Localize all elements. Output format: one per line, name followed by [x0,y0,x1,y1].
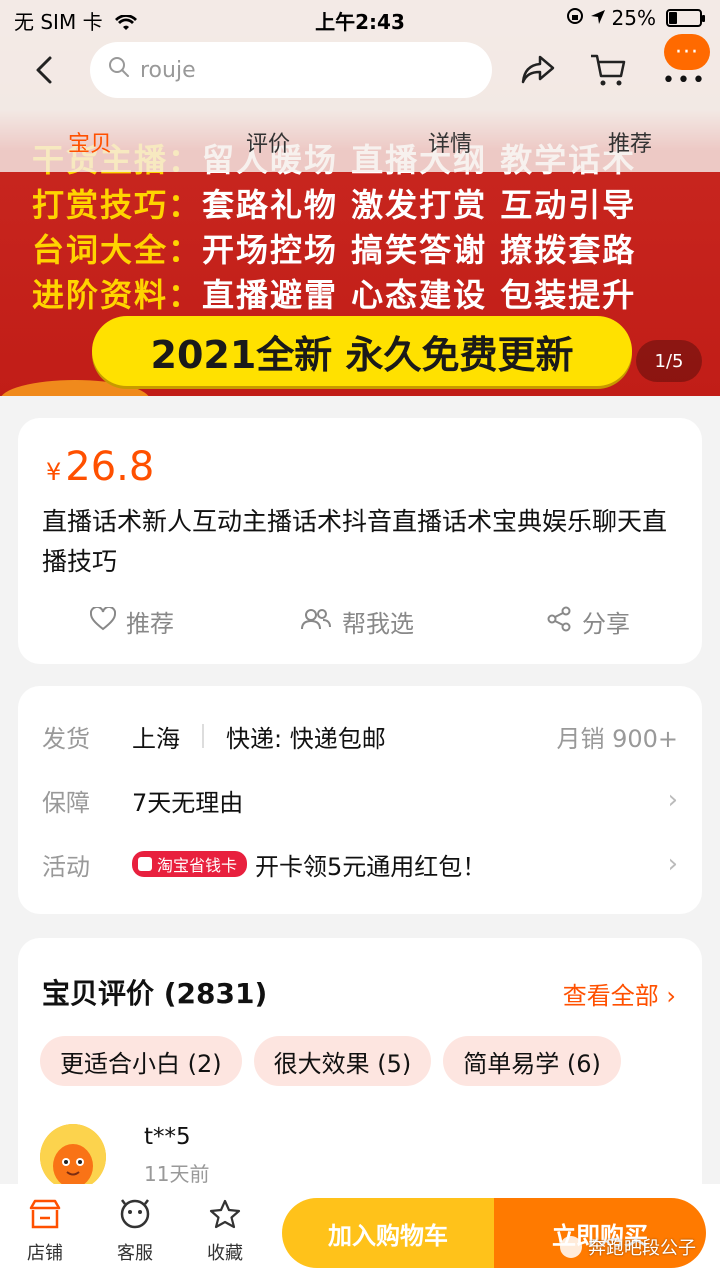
banner-line: 台词大全：开场控场 搞笑答谢 撩拨套路 [32,228,692,273]
banner-slogan: 2021全新 永久免费更新 [92,316,632,386]
view-all-label: 查看全部 [562,982,659,1010]
shop-label: 店铺 [27,1243,63,1264]
tab-details[interactable]: 详情 [428,126,472,158]
tab-item[interactable]: 宝贝 [68,126,112,158]
share-nodes-icon [546,606,572,638]
review-time: 11天前 [144,1162,210,1186]
banner-line-value: 套路礼物 激发打赏 互动引导 [202,186,637,224]
banner-line-key: 进阶资料： [32,276,203,314]
express-info: 快递: 快递包邮 [226,724,386,753]
search-icon [108,56,130,84]
bottom-action-bar: 店铺 客服 收藏 加入购物车 立即购买 [0,1184,720,1280]
watermark: 奔跑吧段公子 [560,1234,696,1260]
product-title: 直播话术新人互动主播话术抖音直播话术宝典娱乐聊天直播技巧 [42,507,668,576]
search-input[interactable]: rouje [90,42,492,98]
promo-label: 活动 [42,852,90,881]
review-tag[interactable]: 很大效果 (5) [253,1036,432,1086]
share-product-button[interactable]: 分享 [546,604,630,639]
view-all-reviews-link[interactable]: 查看全部 › [563,976,676,1011]
share-button[interactable] [516,50,560,94]
banner-line-key: 打赏技巧： [32,186,203,224]
shop-icon [28,1198,62,1235]
wallet-icon [138,857,152,871]
location-arrow-icon [590,6,606,30]
shop-button[interactable]: 店铺 [10,1198,80,1265]
people-icon [300,607,332,637]
wechat-logo-icon [560,1236,582,1258]
battery-icon [666,9,705,27]
review-tags: 更适合小白 (2) 很大效果 (5) 简单易学 (6) [40,1036,621,1086]
share-label: 分享 [582,610,630,638]
recommend-button[interactable]: 推荐 [89,604,174,639]
heart-icon [89,605,117,637]
help-choose-button[interactable]: 帮我选 [300,604,414,639]
shipping-label: 发货 [42,724,90,753]
review-tag[interactable]: 简单易学 (6) [443,1036,621,1086]
tab-recommend[interactable]: 推荐 [608,126,652,158]
product-price: ¥ 26.8 [46,444,154,490]
guarantee-row[interactable]: 保障 7天无理由 › [42,780,678,820]
more-dots-icon[interactable]: ••• [662,68,707,93]
product-actions: 推荐 帮我选 分享 [18,604,702,644]
product-info-card: ¥ 26.8 直播话术新人互动主播话术抖音直播话术宝典娱乐聊天直播技巧 推荐 帮… [18,418,702,664]
help-choose-label: 帮我选 [342,610,414,638]
status-bar: 无 SIM 卡 上午2:43 25% [0,0,720,36]
avatar [40,1124,106,1190]
reviews-header: 宝贝评价 (2831) [42,977,268,1010]
guarantee-value: 7天无理由 [132,788,244,817]
tab-reviews[interactable]: 评价 [246,126,290,158]
customer-service-button[interactable]: 客服 [100,1198,170,1265]
section-tabs: 宝贝 评价 详情 推荐 [0,122,720,162]
review-tag[interactable]: 更适合小白 (2) [40,1036,242,1086]
banner-line-value: 开场控场 搞笑答谢 撩拨套路 [202,231,637,269]
reviewer-name: t**5 [144,1124,191,1150]
back-button[interactable] [24,52,64,92]
price-value: 26.8 [65,444,155,490]
search-placeholder: rouje [140,57,196,83]
shipping-card: 发货 上海 快递: 快递包邮 月销 900+ 保障 7天无理由 › 活动 淘宝省… [18,686,702,914]
cart-button[interactable] [586,50,630,94]
orientation-lock-icon [566,6,584,30]
banner-line-value: 直播避雷 心态建设 包装提升 [202,276,637,314]
promo-text: 开卡领5元通用红包！ [255,852,487,881]
badge-text: 淘宝省钱卡 [157,856,238,875]
carousel-page-indicator: 1/5 [636,340,702,382]
currency-symbol: ¥ [46,458,62,486]
nav-bar: rouje ··· ••• [0,34,720,100]
more-menu-button[interactable]: ··· [664,34,710,70]
status-right: 25% [566,6,705,30]
chevron-right-icon: › [666,982,676,1010]
favorite-button[interactable]: 收藏 [190,1198,260,1265]
share-arrow-icon [520,54,556,90]
battery-fill [669,12,677,24]
divider [202,724,204,748]
favorite-label: 收藏 [207,1243,243,1264]
monthly-sales: 月销 900+ [556,724,678,753]
banner-line: 进阶资料：直播避雷 心态建设 包装提升 [32,273,692,318]
recommend-label: 推荐 [126,610,174,638]
star-icon [208,1198,242,1235]
cart-icon [589,52,627,92]
service-label: 客服 [117,1243,153,1264]
guarantee-label: 保障 [42,788,90,817]
shipping-row: 发货 上海 快递: 快递包邮 月销 900+ [42,716,678,756]
add-to-cart-button[interactable]: 加入购物车 [282,1198,494,1268]
banner-line: 打赏技巧：套路礼物 激发打赏 互动引导 [32,183,692,228]
promo-row[interactable]: 活动 淘宝省钱卡 开卡领5元通用红包！ › [42,844,678,884]
banner-line-key: 台词大全： [32,231,203,269]
savings-card-badge: 淘宝省钱卡 [132,851,248,877]
watermark-text: 奔跑吧段公子 [588,1238,696,1259]
chat-bubble-icon [118,1198,152,1235]
ship-from: 上海 [132,724,180,753]
chevron-right-icon: › [667,785,678,815]
chevron-left-icon [34,55,54,89]
chevron-right-icon: › [667,849,678,879]
battery-percent: 25% [611,6,656,30]
